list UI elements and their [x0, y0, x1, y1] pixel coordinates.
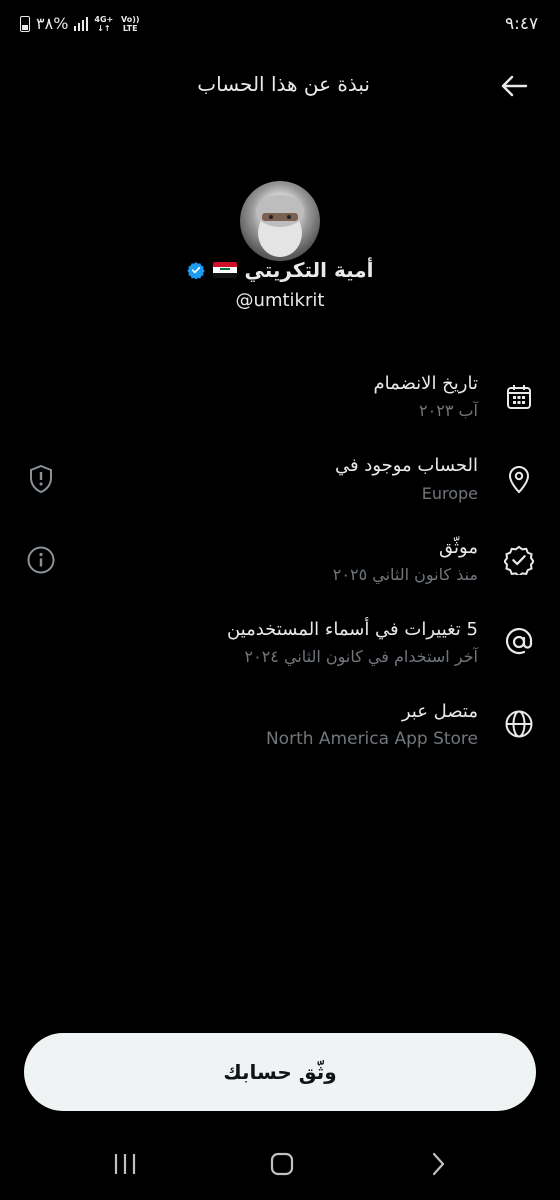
home-button[interactable]: [262, 1150, 302, 1178]
row-subtitle-username-changes: آخر استخدام في كانون الثاني ٢٠٢٤: [244, 647, 478, 666]
verified-badge-icon[interactable]: [186, 261, 205, 279]
shield-alert-icon[interactable]: [26, 464, 56, 494]
row-subtitle-verified: منذ كانون الثاني ٢٠٢٥: [332, 565, 478, 584]
row-title-location: الحساب موجود في: [334, 455, 478, 476]
back-button[interactable]: [496, 68, 532, 104]
home-icon: [270, 1152, 294, 1176]
status-time: ٩:٤٧: [505, 14, 539, 34]
profile-name-row: أمية التكريتي: [0, 258, 560, 282]
avatar-image: [256, 195, 304, 257]
battery-icon: [20, 15, 30, 32]
info-icon[interactable]: [26, 545, 56, 575]
row-title-username-changes: 5 تغييرات في أسماء المستخدمين: [226, 619, 478, 640]
profile-name: أمية التكريتي: [244, 258, 374, 282]
location-pin-icon: [504, 464, 534, 494]
row-subtitle-connected-via: North America App Store: [265, 729, 478, 749]
row-title-verified: موثّق: [439, 537, 478, 558]
row-title-join-date: تاريخ الانضمام: [373, 373, 478, 394]
row-title-connected-via: متصل عبر: [401, 701, 478, 722]
verify-account-button[interactable]: وثّق حسابك: [24, 1033, 536, 1111]
volte-indicator: Vo)) LTE: [120, 14, 140, 33]
row-subtitle-join-date: آب ٢٠٢٣: [419, 401, 478, 420]
calendar-icon: [504, 382, 534, 412]
arrow-left-icon: [501, 75, 528, 97]
signal-icon: [74, 16, 89, 31]
nav-back-button[interactable]: [418, 1150, 458, 1178]
iraq-flag-icon: [212, 262, 237, 278]
avatar[interactable]: [240, 181, 320, 261]
row-subtitle-location: Europe: [421, 484, 478, 503]
page-title: نبذة عن هذا الحساب: [197, 72, 370, 96]
profile-handle: @umtikrit: [235, 290, 325, 311]
at-sign-icon: [504, 627, 534, 657]
network-type: 4G+ ↓↑: [94, 14, 114, 33]
status-indicators: ٣٨% 4G+ ↓↑ Vo)) LTE: [20, 14, 141, 33]
recent-apps-icon: [114, 1154, 136, 1174]
verified-outline-icon: [504, 545, 534, 575]
battery-level: ٣٨%: [36, 14, 69, 33]
back-chevron-icon: [432, 1152, 445, 1176]
recent-apps-button[interactable]: [105, 1150, 145, 1178]
globe-icon: [504, 709, 534, 739]
